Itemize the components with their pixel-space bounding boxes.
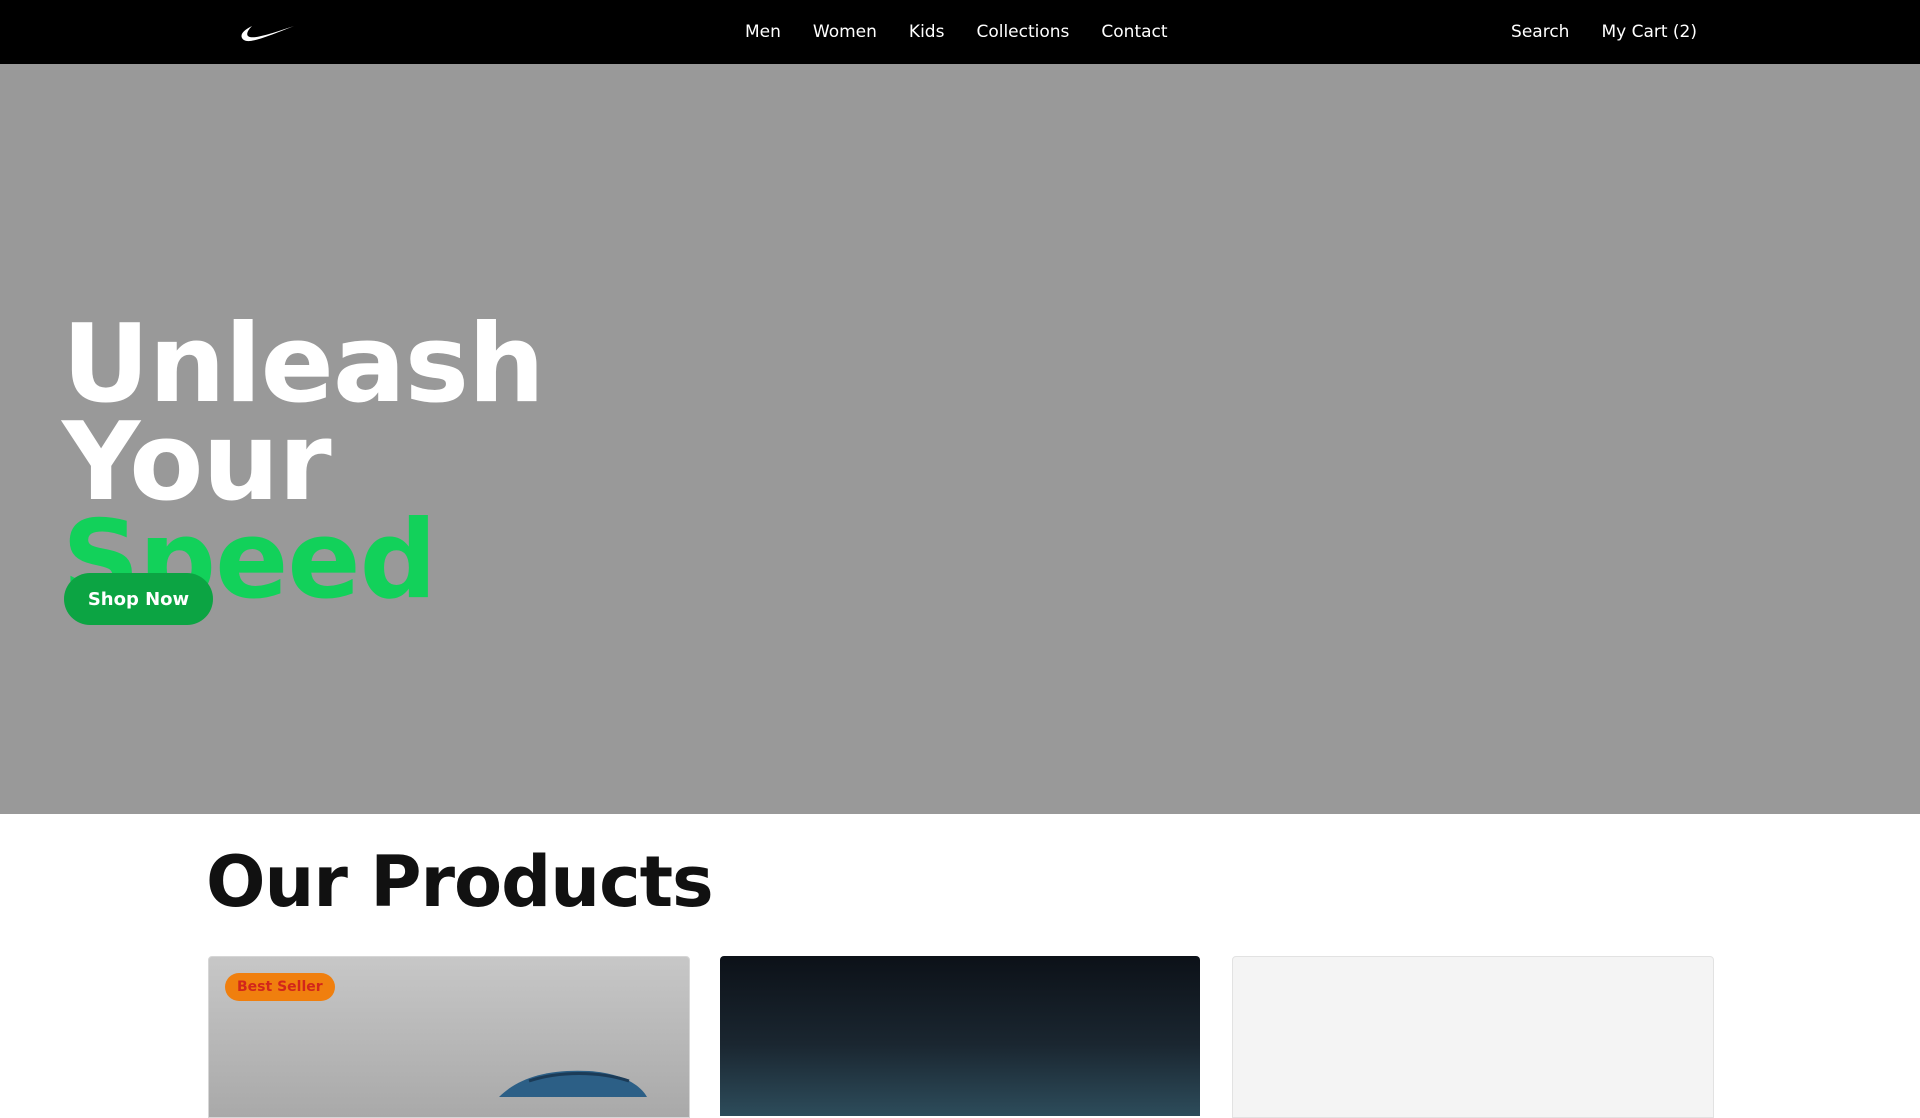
sneaker-image-icon: [499, 1070, 647, 1097]
nav-link-kids[interactable]: Kids: [909, 22, 945, 42]
product-card[interactable]: [720, 956, 1200, 1116]
nav-link-contact[interactable]: Contact: [1101, 22, 1167, 42]
main-nav: Men Women Kids Collections Contact: [745, 0, 1168, 64]
products-section-title: Our Products: [206, 841, 714, 923]
cart-link[interactable]: My Cart (2): [1601, 22, 1697, 42]
hero-title: Unleash Your Speed: [62, 311, 545, 615]
nav-link-men[interactable]: Men: [745, 22, 781, 42]
top-navigation-bar: Men Women Kids Collections Contact Searc…: [0, 0, 1920, 64]
product-card[interactable]: Best Seller: [208, 956, 690, 1118]
nav-link-women[interactable]: Women: [813, 22, 877, 42]
product-image-light: [1233, 957, 1713, 1117]
product-card[interactable]: [1232, 956, 1714, 1118]
swoosh-logo-icon[interactable]: [240, 20, 296, 44]
nav-link-collections[interactable]: Collections: [976, 22, 1069, 42]
hero-banner: Unleash Your Speed Shop Now: [0, 64, 1920, 814]
best-seller-badge: Best Seller: [225, 973, 335, 1001]
search-link[interactable]: Search: [1511, 22, 1569, 42]
product-image-dark: [720, 956, 1200, 1116]
header-actions: Search My Cart (2): [1511, 0, 1697, 64]
shop-now-button[interactable]: Shop Now: [64, 573, 213, 625]
